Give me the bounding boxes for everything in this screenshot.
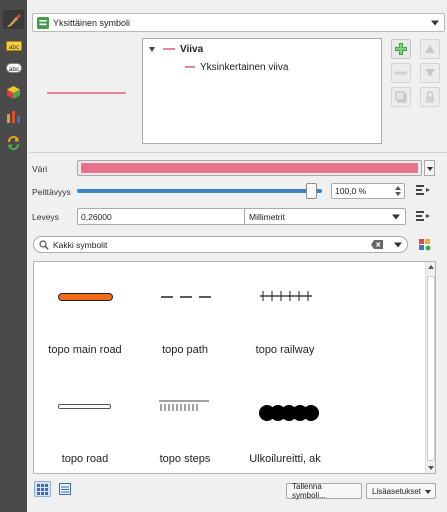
symbol-gallery: topo main road topo path topo railway to… xyxy=(33,261,436,474)
tree-row-viiva[interactable]: Viiva xyxy=(149,42,203,56)
tree-child-label: Yksinkertainen viiva xyxy=(200,61,289,73)
single-symbol-icon xyxy=(37,16,49,29)
arrow-down-icon xyxy=(425,69,435,77)
3d-view-icon[interactable] xyxy=(3,83,24,102)
symbol-layer-tree[interactable]: Viiva Yksinkertainen viiva xyxy=(142,38,382,144)
icon-view-button[interactable] xyxy=(34,481,51,497)
unit-value: Millimetrit xyxy=(249,211,285,222)
grid-view-icon xyxy=(37,483,48,495)
color-menu-button[interactable] xyxy=(424,160,435,176)
steps-swatch[interactable] xyxy=(159,400,209,412)
symbol-label[interactable]: topo railway xyxy=(235,344,335,356)
remove-layer-button[interactable] xyxy=(391,63,411,83)
scroll-down-icon[interactable] xyxy=(428,466,434,470)
style-sidebar: abc abc xyxy=(0,0,27,512)
color-swatch xyxy=(81,163,418,173)
minus-icon xyxy=(395,71,407,75)
road-swatch[interactable] xyxy=(58,404,111,409)
unit-select[interactable]: Millimetrit xyxy=(244,208,406,225)
masks-icon[interactable]: abc xyxy=(3,58,24,77)
symbol-label[interactable]: Ulkoilureitti, ak xyxy=(235,453,335,465)
list-view-button[interactable] xyxy=(56,481,73,497)
search-icon xyxy=(39,239,49,250)
history-icon[interactable] xyxy=(3,133,24,152)
preview-line xyxy=(47,92,126,94)
lock-layer-button[interactable] xyxy=(420,87,440,107)
width-label: Leveys xyxy=(32,212,59,222)
symbol-label[interactable]: topo main road xyxy=(35,344,135,356)
duplicate-layer-button[interactable] xyxy=(391,87,411,107)
symbol-panel: Yksittäinen symboli Viiva Yksinkertainen… xyxy=(29,0,447,512)
line-swatch-icon xyxy=(163,48,175,50)
labels-icon[interactable]: abc xyxy=(3,36,24,55)
trail-swatch[interactable] xyxy=(259,404,321,422)
move-down-button[interactable] xyxy=(420,63,440,83)
paint-brush-icon[interactable] xyxy=(3,10,24,29)
opacity-label: Peittävyys xyxy=(32,187,71,197)
arrow-up-icon xyxy=(425,45,435,53)
scroll-up-icon[interactable] xyxy=(428,265,434,269)
add-layer-button[interactable] xyxy=(391,39,411,59)
style-manager-button[interactable] xyxy=(418,238,432,252)
data-defined-icon xyxy=(416,185,430,195)
save-symbol-button[interactable]: Tallenna symboli... xyxy=(286,482,362,500)
svg-text:abc: abc xyxy=(8,66,19,73)
advanced-menu-button[interactable]: Lisäasetukset xyxy=(366,483,436,499)
lock-icon xyxy=(426,91,434,103)
save-symbol-label: Tallenna symboli... xyxy=(292,482,326,500)
color-label: Väri xyxy=(32,164,48,174)
clear-search-icon[interactable] xyxy=(371,240,383,249)
color-button[interactable] xyxy=(77,160,422,176)
opacity-slider[interactable] xyxy=(77,189,322,193)
spin-arrows-icon[interactable] xyxy=(394,185,402,197)
renderer-type-value: Yksittäinen symboli xyxy=(53,17,131,28)
symbol-topo-main-road[interactable] xyxy=(34,262,35,263)
path-swatch[interactable] xyxy=(161,296,211,298)
scrollbar-thumb[interactable] xyxy=(427,276,435,461)
symbol-label[interactable]: topo road xyxy=(35,453,135,465)
chevron-down-icon xyxy=(392,214,400,219)
divider xyxy=(29,152,447,153)
line-swatch-icon xyxy=(185,66,195,68)
plus-icon xyxy=(395,43,407,55)
tree-row-simple-line[interactable]: Yksinkertainen viiva xyxy=(185,60,288,74)
symbol-preview xyxy=(32,38,137,150)
data-defined-icon xyxy=(416,211,430,221)
svg-text:abc: abc xyxy=(8,44,19,51)
tree-root-label: Viiva xyxy=(180,43,204,55)
chevron-down-icon[interactable] xyxy=(394,242,402,247)
width-data-defined-button[interactable] xyxy=(415,209,433,225)
opacity-value: 100,0 % xyxy=(335,186,367,196)
duplicate-icon xyxy=(395,91,407,103)
main-road-swatch[interactable] xyxy=(58,293,113,301)
symbol-label[interactable]: topo path xyxy=(135,344,235,356)
list-view-icon xyxy=(58,483,71,495)
gallery-scrollbar[interactable] xyxy=(425,262,435,473)
width-spinbox[interactable]: 0,26000 xyxy=(77,208,254,225)
opacity-spinbox[interactable]: 100,0 % xyxy=(331,183,405,199)
expand-arrow-icon[interactable] xyxy=(149,46,155,52)
symbol-label[interactable]: topo steps xyxy=(135,453,235,465)
symbol-search-input[interactable]: Kakki symbolit xyxy=(33,236,408,253)
search-placeholder: Kakki symbolit xyxy=(53,239,108,250)
chevron-down-icon xyxy=(431,20,439,25)
renderer-type-select[interactable]: Yksittäinen symboli xyxy=(32,13,445,32)
diagrams-icon[interactable] xyxy=(3,107,24,126)
data-defined-override-button[interactable] xyxy=(415,183,433,199)
railway-swatch[interactable] xyxy=(260,290,312,302)
advanced-label: Lisäasetukset xyxy=(372,486,421,496)
chevron-down-icon xyxy=(425,490,431,494)
width-value: 0,26000 xyxy=(81,211,112,222)
opacity-slider-handle[interactable] xyxy=(306,183,317,199)
style-manager-icon xyxy=(419,239,431,251)
move-up-button[interactable] xyxy=(420,39,440,59)
chevron-down-icon xyxy=(427,167,433,171)
